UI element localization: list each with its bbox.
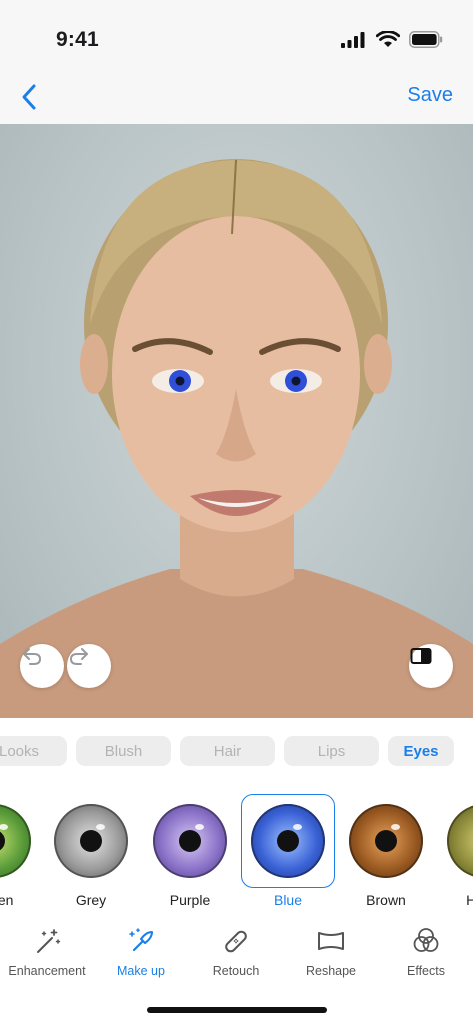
tab-label: Looks [0, 742, 40, 760]
compare-button[interactable] [409, 644, 453, 688]
portrait-image [0, 159, 473, 718]
tool-reshape[interactable]: Reshape [284, 926, 378, 984]
tool-label: Enhancement [8, 964, 86, 978]
eye-color-hazel[interactable]: Hazel [437, 794, 473, 914]
photo-canvas[interactable] [0, 124, 473, 718]
tool-enhancement[interactable]: Enhancement [0, 926, 94, 984]
tab-blush[interactable]: Blush [76, 736, 171, 766]
status-time: 9:41 [56, 28, 99, 51]
swatch-label: Green [0, 892, 14, 908]
eye-color-green[interactable]: Green [0, 794, 41, 914]
bandage-icon [225, 930, 247, 953]
chevron-left-icon [22, 84, 36, 110]
tab-eyes[interactable]: Eyes [388, 736, 454, 766]
tab-label: Blush [104, 742, 143, 760]
redo-icon [69, 648, 88, 665]
tool-label: Reshape [305, 964, 357, 978]
home-indicator [147, 1007, 327, 1013]
eye-color-brown[interactable]: Brown [339, 794, 433, 914]
eye-color-purple[interactable]: Purple [143, 794, 237, 914]
undo-icon [23, 648, 42, 665]
tool-label: Effects [407, 964, 445, 978]
tool-effects[interactable]: Effects [379, 926, 473, 984]
back-button[interactable] [16, 82, 44, 112]
tool-retouch[interactable]: Retouch [189, 926, 283, 984]
eye-color-blue[interactable]: Blue [241, 794, 335, 914]
tab-label: Eyes [403, 742, 439, 760]
status-bar: 9:41 [0, 0, 473, 72]
compare-icon [410, 648, 432, 664]
makeup-category-tabs: Looks Blush Hair Lips Eyes [0, 718, 473, 782]
battery-icon [409, 31, 443, 48]
wifi-icon [376, 31, 400, 47]
tool-label: Retouch [212, 964, 260, 978]
tab-label: Hair [213, 742, 242, 760]
save-button[interactable]: Save [407, 84, 453, 107]
swatch-label: Brown [366, 892, 406, 908]
tab-looks[interactable]: Looks [0, 736, 67, 766]
tab-label: Lips [317, 742, 346, 760]
eye-color-picker: Green Grey Purple Blue Brown Hazel [0, 782, 473, 914]
effects-circles-icon [413, 928, 439, 952]
tool-label: Make up [117, 964, 165, 978]
signal-icon [341, 31, 365, 48]
swatch-label: Hazel [466, 892, 473, 908]
bottom-toolbar: Enhancement Make up Retouch Reshape Effe… [0, 914, 473, 1024]
eye-color-grey[interactable]: Grey [44, 794, 138, 914]
redo-button[interactable] [67, 644, 111, 688]
tab-lips[interactable]: Lips [284, 736, 379, 766]
tool-make-up[interactable]: Make up [94, 926, 188, 984]
status-icons [341, 31, 443, 48]
nav-bar: Save [0, 72, 473, 124]
swatch-label: Purple [169, 892, 211, 908]
swatch-label: Blue [273, 892, 303, 908]
reshape-icon [318, 932, 344, 950]
undo-button[interactable] [20, 644, 64, 688]
tab-hair[interactable]: Hair [180, 736, 275, 766]
magic-wand-icon [37, 929, 61, 953]
swatch-label: Grey [75, 892, 107, 908]
makeup-brush-icon [129, 928, 153, 952]
